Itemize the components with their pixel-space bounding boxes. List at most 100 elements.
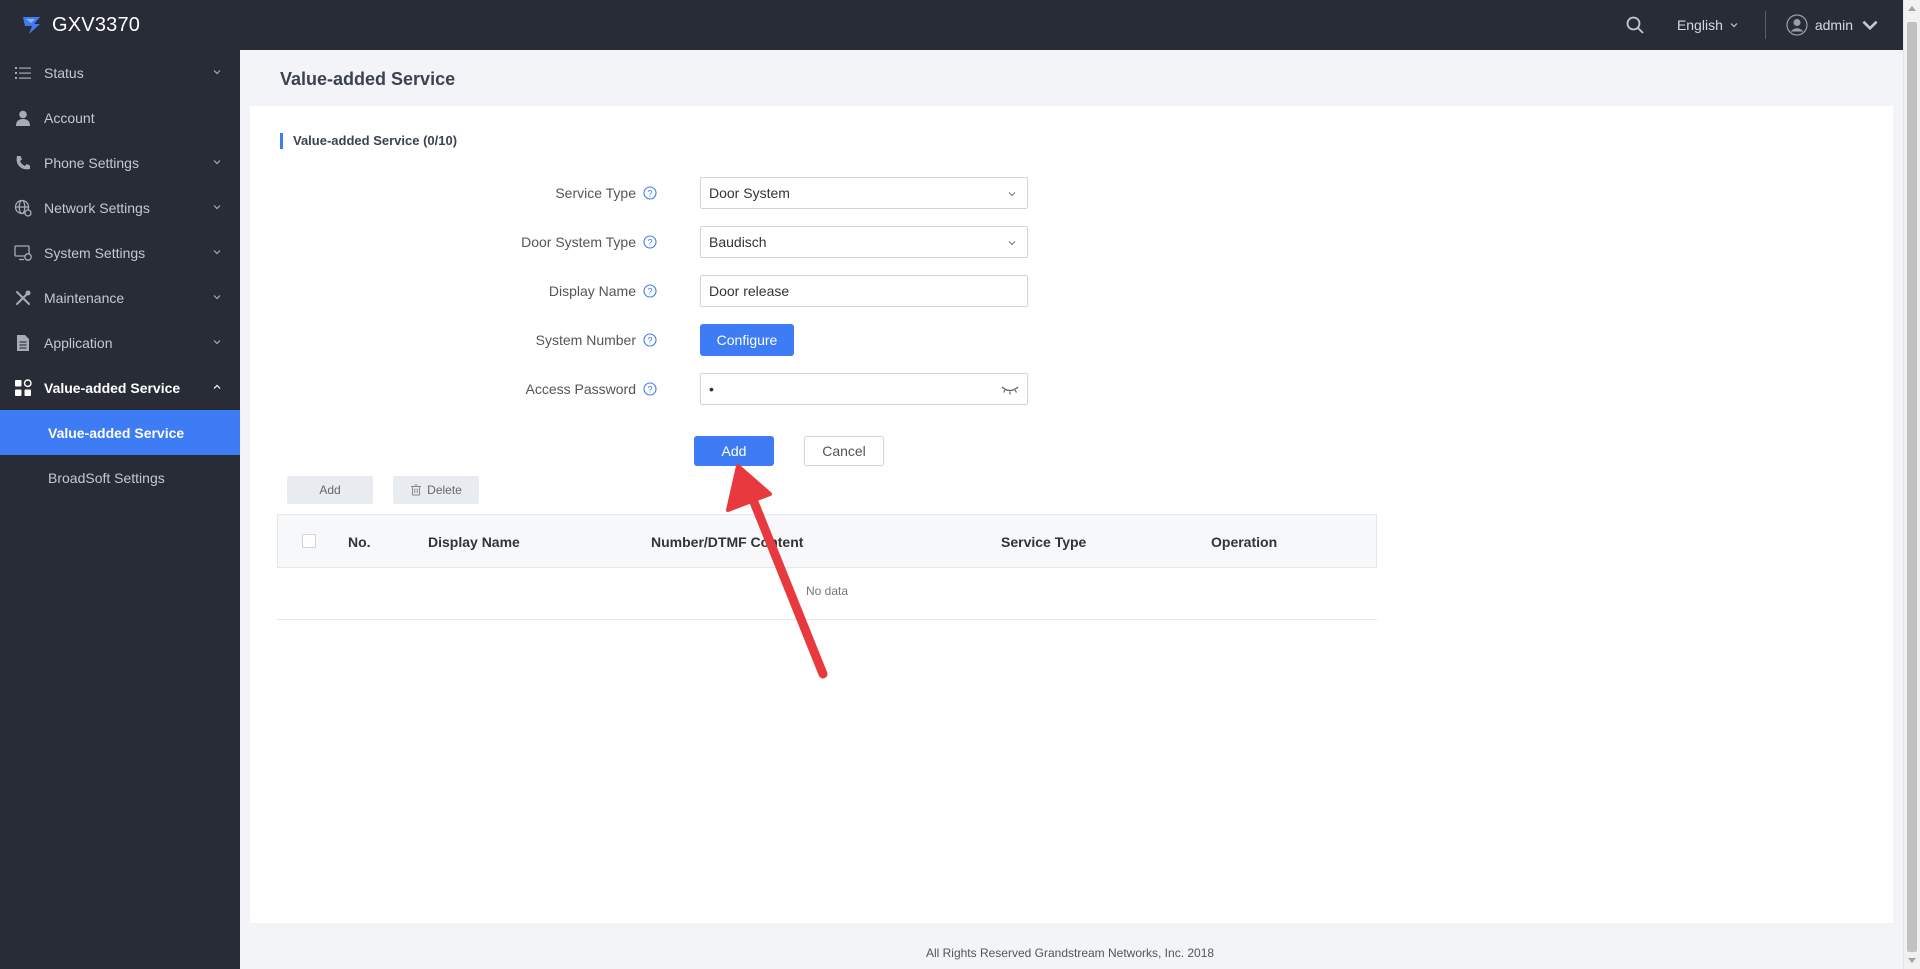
configure-button[interactable]: Configure xyxy=(700,324,794,356)
table-divider xyxy=(277,619,1377,620)
door-system-type-value: Baudisch xyxy=(709,234,767,250)
sidebar-item-label: Maintenance xyxy=(44,289,125,306)
form-row-door-system-type: Door System Type ? Baudisch xyxy=(400,226,1028,258)
sidebar-item-system-settings[interactable]: System Settings xyxy=(0,230,240,275)
sidebar-item-label: Value-added Service xyxy=(44,379,181,396)
column-header-number-dtmf: Number/DTMF Content xyxy=(651,534,804,550)
user-icon xyxy=(16,110,30,126)
door-system-type-label: Door System Type xyxy=(521,234,636,250)
sidebar-item-account[interactable]: Account xyxy=(0,95,240,140)
system-number-label: System Number xyxy=(535,332,636,348)
display-name-label: Display Name xyxy=(548,283,636,299)
form-row-system-number: System Number ? Configure xyxy=(400,324,794,356)
help-icon[interactable]: ? xyxy=(643,186,657,200)
sidebar-item-network-settings[interactable]: Network Settings xyxy=(0,185,240,230)
grandstream-logo-icon xyxy=(23,17,40,34)
display-name-value: Door release xyxy=(709,283,790,299)
logo: GXV3370 xyxy=(20,13,140,37)
form-row-access-password: Access Password ? • xyxy=(400,373,1028,405)
language-label: English xyxy=(1676,17,1723,33)
monitor-gear-icon xyxy=(14,244,32,261)
column-header-no: No. xyxy=(348,534,371,550)
app-title: GXV3370 xyxy=(52,13,141,36)
chevron-down-icon xyxy=(213,295,221,300)
phone-icon xyxy=(16,155,30,169)
sidebar-item-label: Application xyxy=(44,334,113,351)
top-bar: GXV3370 English admin xyxy=(0,0,1920,50)
user-menu[interactable]: admin xyxy=(1786,14,1888,36)
search-icon[interactable] xyxy=(1625,15,1645,35)
svg-text:?: ? xyxy=(647,286,652,296)
svg-text:?: ? xyxy=(647,188,652,198)
footer-copyright: All Rights Reserved Grandstream Networks… xyxy=(925,946,1215,960)
tools-icon xyxy=(16,290,31,305)
chevron-down-icon xyxy=(213,205,221,210)
sidebar-item-label: System Settings xyxy=(44,244,146,261)
sidebar-item-label: Status xyxy=(44,64,84,81)
sidebar-subitem-broadsoft-settings[interactable]: BroadSoft Settings xyxy=(0,455,240,500)
chevron-down-icon xyxy=(213,70,221,75)
column-header-service-type: Service Type xyxy=(1001,534,1087,550)
column-header-display-name: Display Name xyxy=(428,534,520,550)
svg-text:?: ? xyxy=(647,237,652,247)
access-password-input[interactable]: • xyxy=(700,373,1028,405)
table-empty-text: No data xyxy=(805,584,849,598)
divider xyxy=(1764,11,1766,39)
select-all-checkbox[interactable] xyxy=(302,534,316,548)
section-title: Value-added Service (0/10) xyxy=(280,133,457,149)
chevron-down-icon xyxy=(1008,241,1016,246)
service-type-select[interactable]: Door System xyxy=(700,177,1028,209)
scroll-up-icon[interactable] xyxy=(1908,6,1916,11)
door-system-type-select[interactable]: Baudisch xyxy=(700,226,1028,258)
svg-text:?: ? xyxy=(647,335,652,345)
document-icon xyxy=(17,334,29,351)
service-type-value: Door System xyxy=(709,185,790,201)
language-selector[interactable]: English xyxy=(1677,17,1739,33)
user-name: admin xyxy=(1814,17,1853,33)
sidebar-subitem-value-added-service[interactable]: Value-added Service xyxy=(0,410,240,455)
chevron-down-icon xyxy=(213,250,221,255)
table-header: No. Display Name Number/DTMF Content Ser… xyxy=(277,514,1377,568)
table-add-label: Add xyxy=(319,483,341,497)
help-icon[interactable]: ? xyxy=(643,284,657,298)
column-header-operation: Operation xyxy=(1211,534,1278,550)
table-delete-button[interactable]: Delete xyxy=(393,476,479,504)
sidebar-item-application[interactable]: Application xyxy=(0,320,240,365)
table-delete-label: Delete xyxy=(427,483,462,497)
grid-icon xyxy=(15,378,32,396)
help-icon[interactable]: ? xyxy=(643,333,657,347)
chevron-down-icon xyxy=(1862,20,1878,31)
sidebar: Status Account Phone Settings Network Se… xyxy=(0,50,240,969)
sidebar-item-status[interactable]: Status xyxy=(0,50,240,95)
display-name-input[interactable]: Door release xyxy=(700,275,1028,307)
help-icon[interactable]: ? xyxy=(643,382,657,396)
sidebar-item-label: Network Settings xyxy=(44,199,150,216)
table-add-button[interactable]: Add xyxy=(287,476,373,504)
help-icon[interactable]: ? xyxy=(643,235,657,249)
avatar-icon xyxy=(1786,14,1808,36)
sidebar-item-phone-settings[interactable]: Phone Settings xyxy=(0,140,240,185)
form-row-display-name: Display Name ? Door release xyxy=(400,275,1028,307)
chevron-down-icon xyxy=(213,340,221,345)
scroll-down-icon[interactable] xyxy=(1908,958,1916,963)
sidebar-item-value-added-service[interactable]: Value-added Service xyxy=(0,365,240,410)
sidebar-item-label: Phone Settings xyxy=(44,154,139,171)
cancel-button[interactable]: Cancel xyxy=(804,436,884,466)
sidebar-item-label: Account xyxy=(44,109,95,126)
scrollbar[interactable] xyxy=(1903,0,1920,969)
scrollbar-thumb[interactable] xyxy=(1907,22,1917,952)
chevron-down-icon xyxy=(213,160,221,165)
sidebar-item-maintenance[interactable]: Maintenance xyxy=(0,275,240,320)
trash-icon xyxy=(411,484,422,496)
service-type-label: Service Type xyxy=(555,185,636,201)
page-title: Value-added Service xyxy=(280,69,456,89)
chevron-down-icon xyxy=(1730,23,1738,28)
add-button[interactable]: Add xyxy=(694,436,774,466)
network-icon xyxy=(14,199,32,217)
access-password-value: • xyxy=(709,381,714,397)
list-icon xyxy=(15,66,31,79)
chevron-down-icon xyxy=(1008,192,1016,197)
eye-closed-icon[interactable] xyxy=(1001,382,1019,396)
svg-text:?: ? xyxy=(647,384,652,394)
form-row-service-type: Service Type ? Door System xyxy=(400,177,1028,209)
